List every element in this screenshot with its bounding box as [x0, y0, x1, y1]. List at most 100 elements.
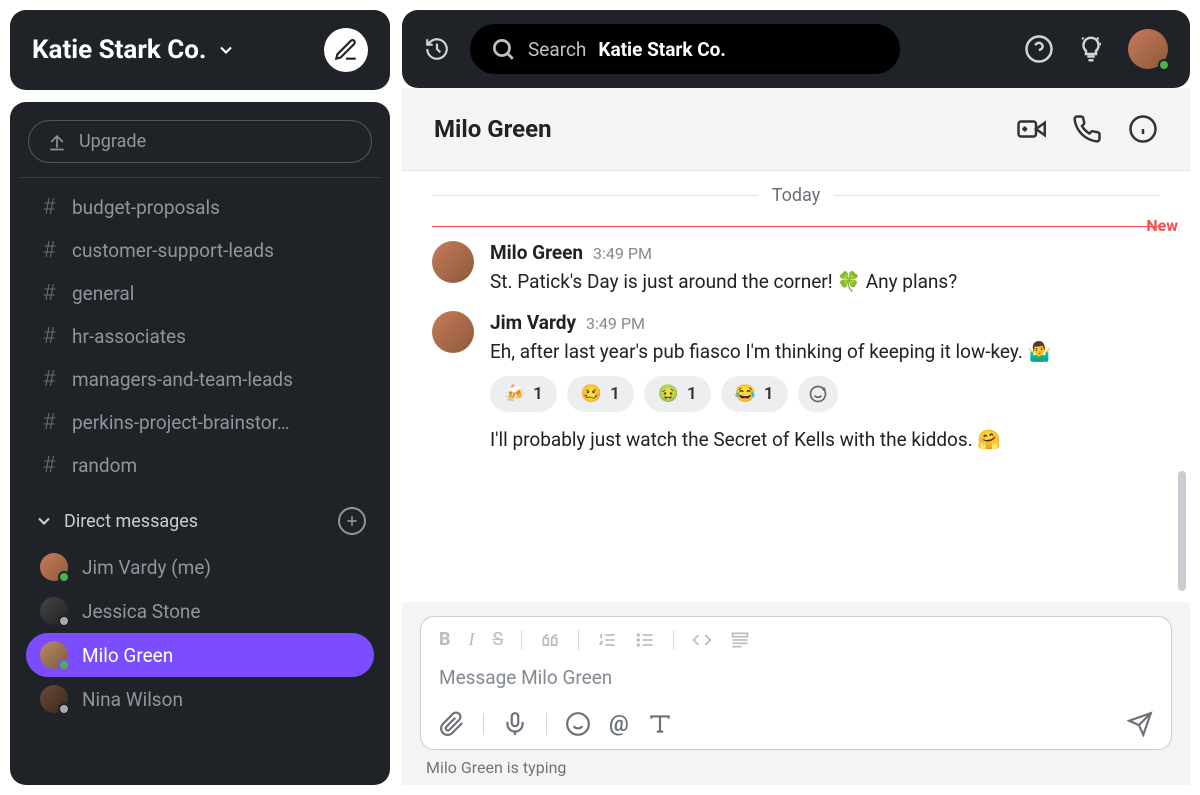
channel-name: hr-associates	[72, 325, 186, 348]
channel-item[interactable]: #perkins-project-brainstor…	[26, 401, 374, 444]
status-online-icon	[58, 659, 70, 671]
plus-icon	[344, 513, 360, 529]
chevron-down-icon	[34, 511, 54, 531]
emoji-icon[interactable]	[565, 711, 591, 737]
bullet-list-icon[interactable]	[635, 630, 655, 650]
date-separator: Today	[402, 171, 1190, 220]
channel-name: random	[72, 454, 137, 477]
avatar	[40, 597, 68, 625]
workspace-header: Katie Stark Co.	[10, 10, 390, 90]
channel-name: general	[72, 282, 134, 305]
channel-item[interactable]: # customer-support-leads	[26, 229, 374, 272]
channel-item[interactable]: # hr-associates	[26, 315, 374, 358]
conversation-title[interactable]: Milo Green	[434, 115, 994, 143]
mic-icon[interactable]	[502, 711, 528, 737]
message-text: Eh, after last year's pub fiasco I'm thi…	[490, 338, 1160, 367]
info-icon[interactable]	[1128, 114, 1158, 144]
strike-button[interactable]: S	[493, 629, 504, 650]
reaction[interactable]: 🤢1	[644, 376, 711, 412]
dm-item[interactable]: Jessica Stone	[26, 589, 374, 633]
hash-icon: #	[40, 324, 58, 349]
code-block-icon[interactable]	[730, 630, 750, 650]
ordered-list-icon[interactable]	[597, 630, 617, 650]
avatar[interactable]	[432, 241, 474, 283]
channel-name: customer-support-leads	[72, 239, 274, 262]
hash-icon: #	[40, 281, 58, 306]
upgrade-button[interactable]: Upgrade	[28, 120, 372, 163]
search-context: Katie Stark Co.	[598, 38, 725, 61]
reaction[interactable]: 🥴1	[567, 376, 634, 412]
current-user-avatar[interactable]	[1128, 29, 1168, 69]
dm-item-active[interactable]: Milo Green	[26, 633, 374, 677]
channel-item[interactable]: # budget-proposals	[26, 186, 374, 229]
code-icon[interactable]	[692, 630, 712, 650]
conversation-header: Milo Green	[402, 88, 1190, 171]
status-online-icon	[1158, 59, 1170, 71]
search-icon	[490, 36, 516, 62]
history-icon[interactable]	[424, 36, 450, 62]
dm-name: Milo Green	[82, 644, 173, 667]
workspace-name: Katie Stark Co.	[32, 35, 206, 65]
channel-name: budget-proposals	[72, 196, 220, 219]
video-call-icon[interactable]	[1016, 114, 1046, 144]
dm-name: Jessica Stone	[82, 600, 201, 623]
italic-button[interactable]: I	[469, 629, 475, 650]
search-input[interactable]: Search Katie Stark Co.	[470, 24, 900, 74]
message-author[interactable]: Milo Green	[490, 241, 583, 264]
status-offline-icon	[58, 703, 70, 715]
pencil-icon	[333, 37, 359, 63]
hash-icon: #	[40, 367, 58, 392]
compose-button[interactable]	[324, 28, 368, 72]
bold-button[interactable]: B	[439, 629, 451, 650]
reaction[interactable]: 😂1	[721, 376, 788, 412]
channel-item[interactable]: #managers-and-team-leads	[26, 358, 374, 401]
upgrade-label: Upgrade	[79, 131, 146, 152]
phone-call-icon[interactable]	[1072, 114, 1102, 144]
message-time: 3:49 PM	[586, 314, 645, 333]
reactions: 🍻1 🥴1 🤢1 😂1	[490, 376, 1160, 412]
sidebar: Upgrade # budget-proposals # customer-supp…	[10, 102, 390, 785]
dm-section-label: Direct messages	[64, 511, 198, 532]
status-offline-icon	[58, 615, 70, 627]
hash-icon: #	[40, 195, 58, 220]
add-reaction-button[interactable]	[798, 376, 838, 412]
composer-area: B I S Message Milo Green @	[402, 602, 1190, 785]
dm-item[interactable]: Jim Vardy (me)	[26, 545, 374, 589]
composer-actions: @	[421, 701, 1171, 749]
message-input[interactable]: Message Milo Green	[421, 662, 1171, 701]
help-icon[interactable]	[1024, 34, 1054, 64]
workspace-switcher[interactable]: Katie Stark Co.	[32, 35, 310, 65]
smile-plus-icon	[808, 384, 828, 404]
avatar[interactable]	[432, 311, 474, 353]
search-prefix: Search	[528, 38, 586, 61]
text-format-icon[interactable]	[647, 711, 673, 737]
message: Milo Green 3:49 PM St. Patick's Day is j…	[402, 237, 1190, 307]
dm-name: Jim Vardy (me)	[82, 556, 211, 579]
message: Jim Vardy 3:49 PM Eh, after last year's …	[402, 307, 1190, 465]
message-time: 3:49 PM	[593, 244, 652, 263]
attach-icon[interactable]	[439, 711, 465, 737]
format-toolbar: B I S	[421, 617, 1171, 662]
channel-item[interactable]: # general	[26, 272, 374, 315]
lightbulb-icon[interactable]	[1076, 34, 1106, 64]
channel-item[interactable]: #random	[26, 444, 374, 487]
channel-list: # budget-proposals # customer-support-lead…	[20, 186, 380, 487]
add-dm-button[interactable]	[338, 507, 366, 535]
dm-section-header[interactable]: Direct messages	[20, 487, 380, 545]
dm-name: Nina Wilson	[82, 688, 183, 711]
reaction[interactable]: 🍻1	[490, 376, 557, 412]
upload-icon	[47, 132, 67, 152]
avatar	[40, 641, 68, 669]
quote-icon[interactable]	[540, 630, 560, 650]
dm-list: Jim Vardy (me) Jessica Stone Milo Green …	[20, 545, 380, 721]
dm-item[interactable]: Nina Wilson	[26, 677, 374, 721]
channel-name: perkins-project-brainstor…	[72, 411, 290, 434]
message-author[interactable]: Jim Vardy	[490, 311, 576, 334]
typing-indicator: Milo Green is typing	[420, 750, 1172, 777]
mention-button[interactable]: @	[609, 712, 629, 737]
hash-icon: #	[40, 238, 58, 263]
scrollbar[interactable]	[1178, 471, 1186, 591]
divider	[20, 177, 380, 178]
new-messages-marker	[432, 226, 1160, 227]
send-icon[interactable]	[1127, 711, 1153, 737]
